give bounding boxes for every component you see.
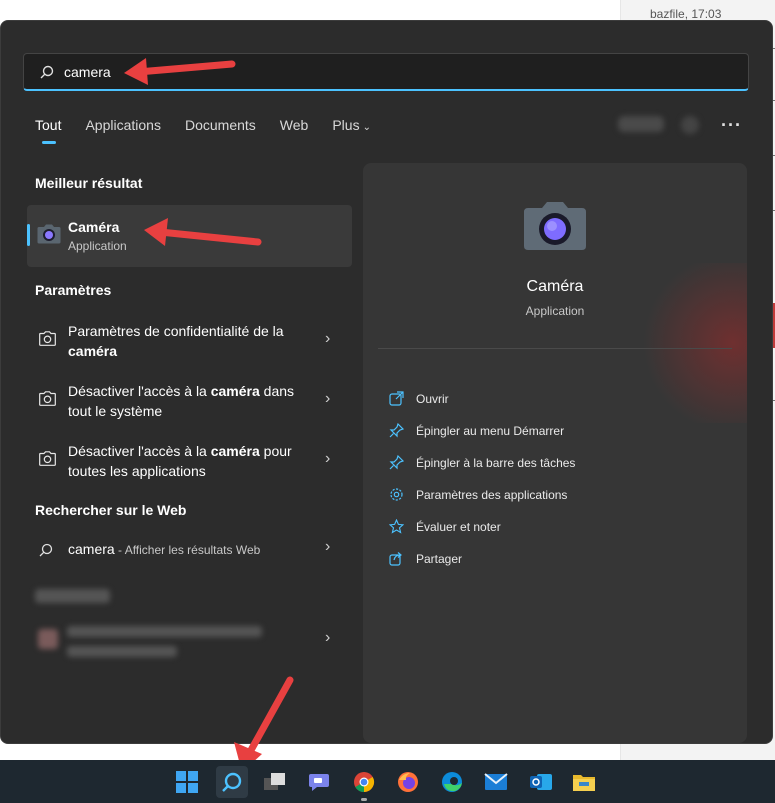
annotation-arrow [144,218,262,246]
search-icon[interactable] [216,766,248,798]
action-pin-start[interactable]: Épingler au menu Démarrer [389,423,564,438]
windows-start-icon[interactable] [171,766,203,798]
chevron-right-icon[interactable]: › [325,450,330,468]
chevron-right-icon[interactable]: › [325,538,330,556]
camera-app-icon [37,224,61,244]
details-app-type: Application [525,304,585,318]
blurred-document-title [67,626,262,637]
search-icon [39,543,53,557]
search-icon [40,65,54,78]
more-options-icon[interactable]: ··· [721,115,742,136]
chevron-down-icon: ⌄ [362,122,371,133]
blurred-document-subtitle [67,646,177,657]
selection-indicator [27,224,30,246]
mail-icon[interactable] [480,766,512,798]
camera-outline-icon [39,391,56,406]
details-app-name: Caméra [526,278,584,295]
task-view-icon[interactable] [259,766,291,798]
tab-web[interactable]: Web [280,117,309,133]
firefox-icon[interactable] [392,766,424,798]
running-indicator [361,798,367,801]
tab-documents[interactable]: Documents [185,117,256,133]
settings-heading: Paramètres [35,282,112,298]
details-pane: Caméra Application Ouvrir Épingler au me… [363,163,747,743]
star-icon [389,519,404,534]
chevron-right-icon[interactable]: › [325,390,330,408]
divider [378,348,732,349]
pin-icon [389,455,404,470]
action-share[interactable]: Partager [389,551,462,566]
blurred-documents-heading [35,589,110,603]
blurred-avatar [681,116,699,134]
camera-app-icon [524,202,586,250]
settings-item-privacy[interactable]: Paramètres de confidentialité de la camé… [27,313,352,369]
settings-item-label: Désactiver l'accès à la caméra pour tout… [68,443,292,479]
chrome-icon[interactable] [348,766,380,798]
camera-outline-icon [39,451,56,466]
web-heading: Rechercher sur le Web [35,502,187,518]
settings-item-label: Désactiver l'accès à la caméra dans tout… [68,383,295,419]
web-search-result[interactable]: camera - Afficher les résultats Web › [27,533,352,589]
best-match-name: Caméra [68,219,120,235]
gear-icon [390,488,403,501]
best-match-heading: Meilleur résultat [35,175,143,191]
blurred-document-icon [38,629,58,649]
web-result-label: camera - Afficher les résultats Web [68,541,261,557]
camera-outline-icon [39,331,56,346]
pin-icon [389,423,404,438]
action-pin-taskbar[interactable]: Épingler à la barre des tâches [389,455,575,470]
file-explorer-icon[interactable] [568,766,600,798]
action-rate[interactable]: Évaluer et noter [389,519,501,534]
tab-applications[interactable]: Applications [85,117,161,133]
share-icon [389,552,402,566]
blurred-account [618,116,664,132]
annotation-arrow [124,58,236,85]
search-tabs: Tout Applications Documents Web Plus ⌄ [35,117,395,144]
action-app-settings[interactable]: Paramètres des applications [389,487,567,502]
open-external-icon [389,391,404,406]
outlook-icon[interactable] [525,766,557,798]
chevron-right-icon[interactable]: › [325,629,330,647]
action-open[interactable]: Ouvrir [389,391,449,406]
settings-item-label: Paramètres de confidentialité de la camé… [68,323,284,359]
best-match-type: Application [68,239,127,253]
tab-plus[interactable]: Plus ⌄ [332,117,371,133]
taskbar [0,760,775,803]
settings-item-disable-apps[interactable]: Désactiver l'accès à la caméra pour tout… [27,433,352,489]
teams-chat-icon[interactable] [303,766,335,798]
background-app-text: bazfile, 17:03 [650,7,722,21]
settings-item-disable-system[interactable]: Désactiver l'accès à la caméra dans tout… [27,373,352,429]
search-panel: Tout Applications Documents Web Plus⌄ ··… [0,20,773,744]
tab-tout[interactable]: Tout [35,117,61,144]
chevron-right-icon[interactable]: › [325,330,330,348]
edge-icon[interactable] [436,766,468,798]
